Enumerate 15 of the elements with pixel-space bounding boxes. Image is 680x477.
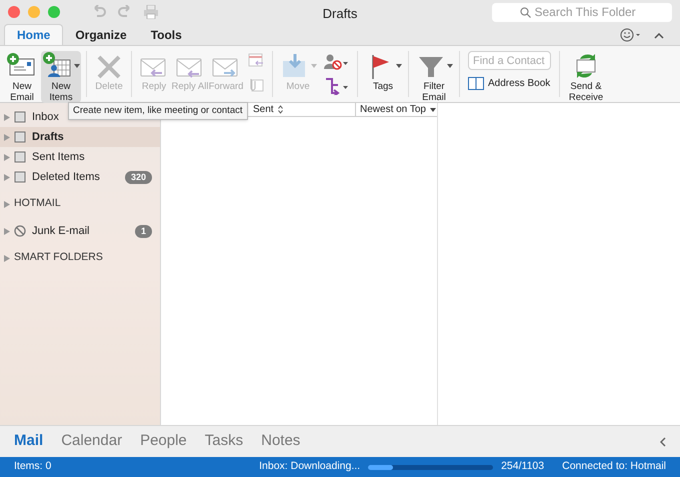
count-badge: 1	[134, 224, 152, 238]
folder-label: SMART FOLDERS	[14, 250, 103, 266]
connection-status: Connected to: Hotmail	[562, 459, 666, 474]
folder-label: Sent Items	[32, 150, 85, 165]
folder-label: Drafts	[32, 130, 64, 145]
items-count: Items: 0	[14, 459, 52, 474]
folder-label: Junk E-mail	[32, 224, 90, 239]
folder-label: HOTMAIL	[14, 196, 61, 212]
folder-label: Inbox	[32, 110, 59, 125]
download-count: 254/1103	[501, 459, 544, 474]
tooltip: Create new item, like meeting or contact	[68, 102, 248, 120]
download-status: Inbox: Downloading...	[259, 459, 360, 474]
window-title: Drafts	[322, 5, 358, 23]
folder-label: Deleted Items	[32, 170, 100, 185]
count-badge: 320	[124, 170, 152, 184]
